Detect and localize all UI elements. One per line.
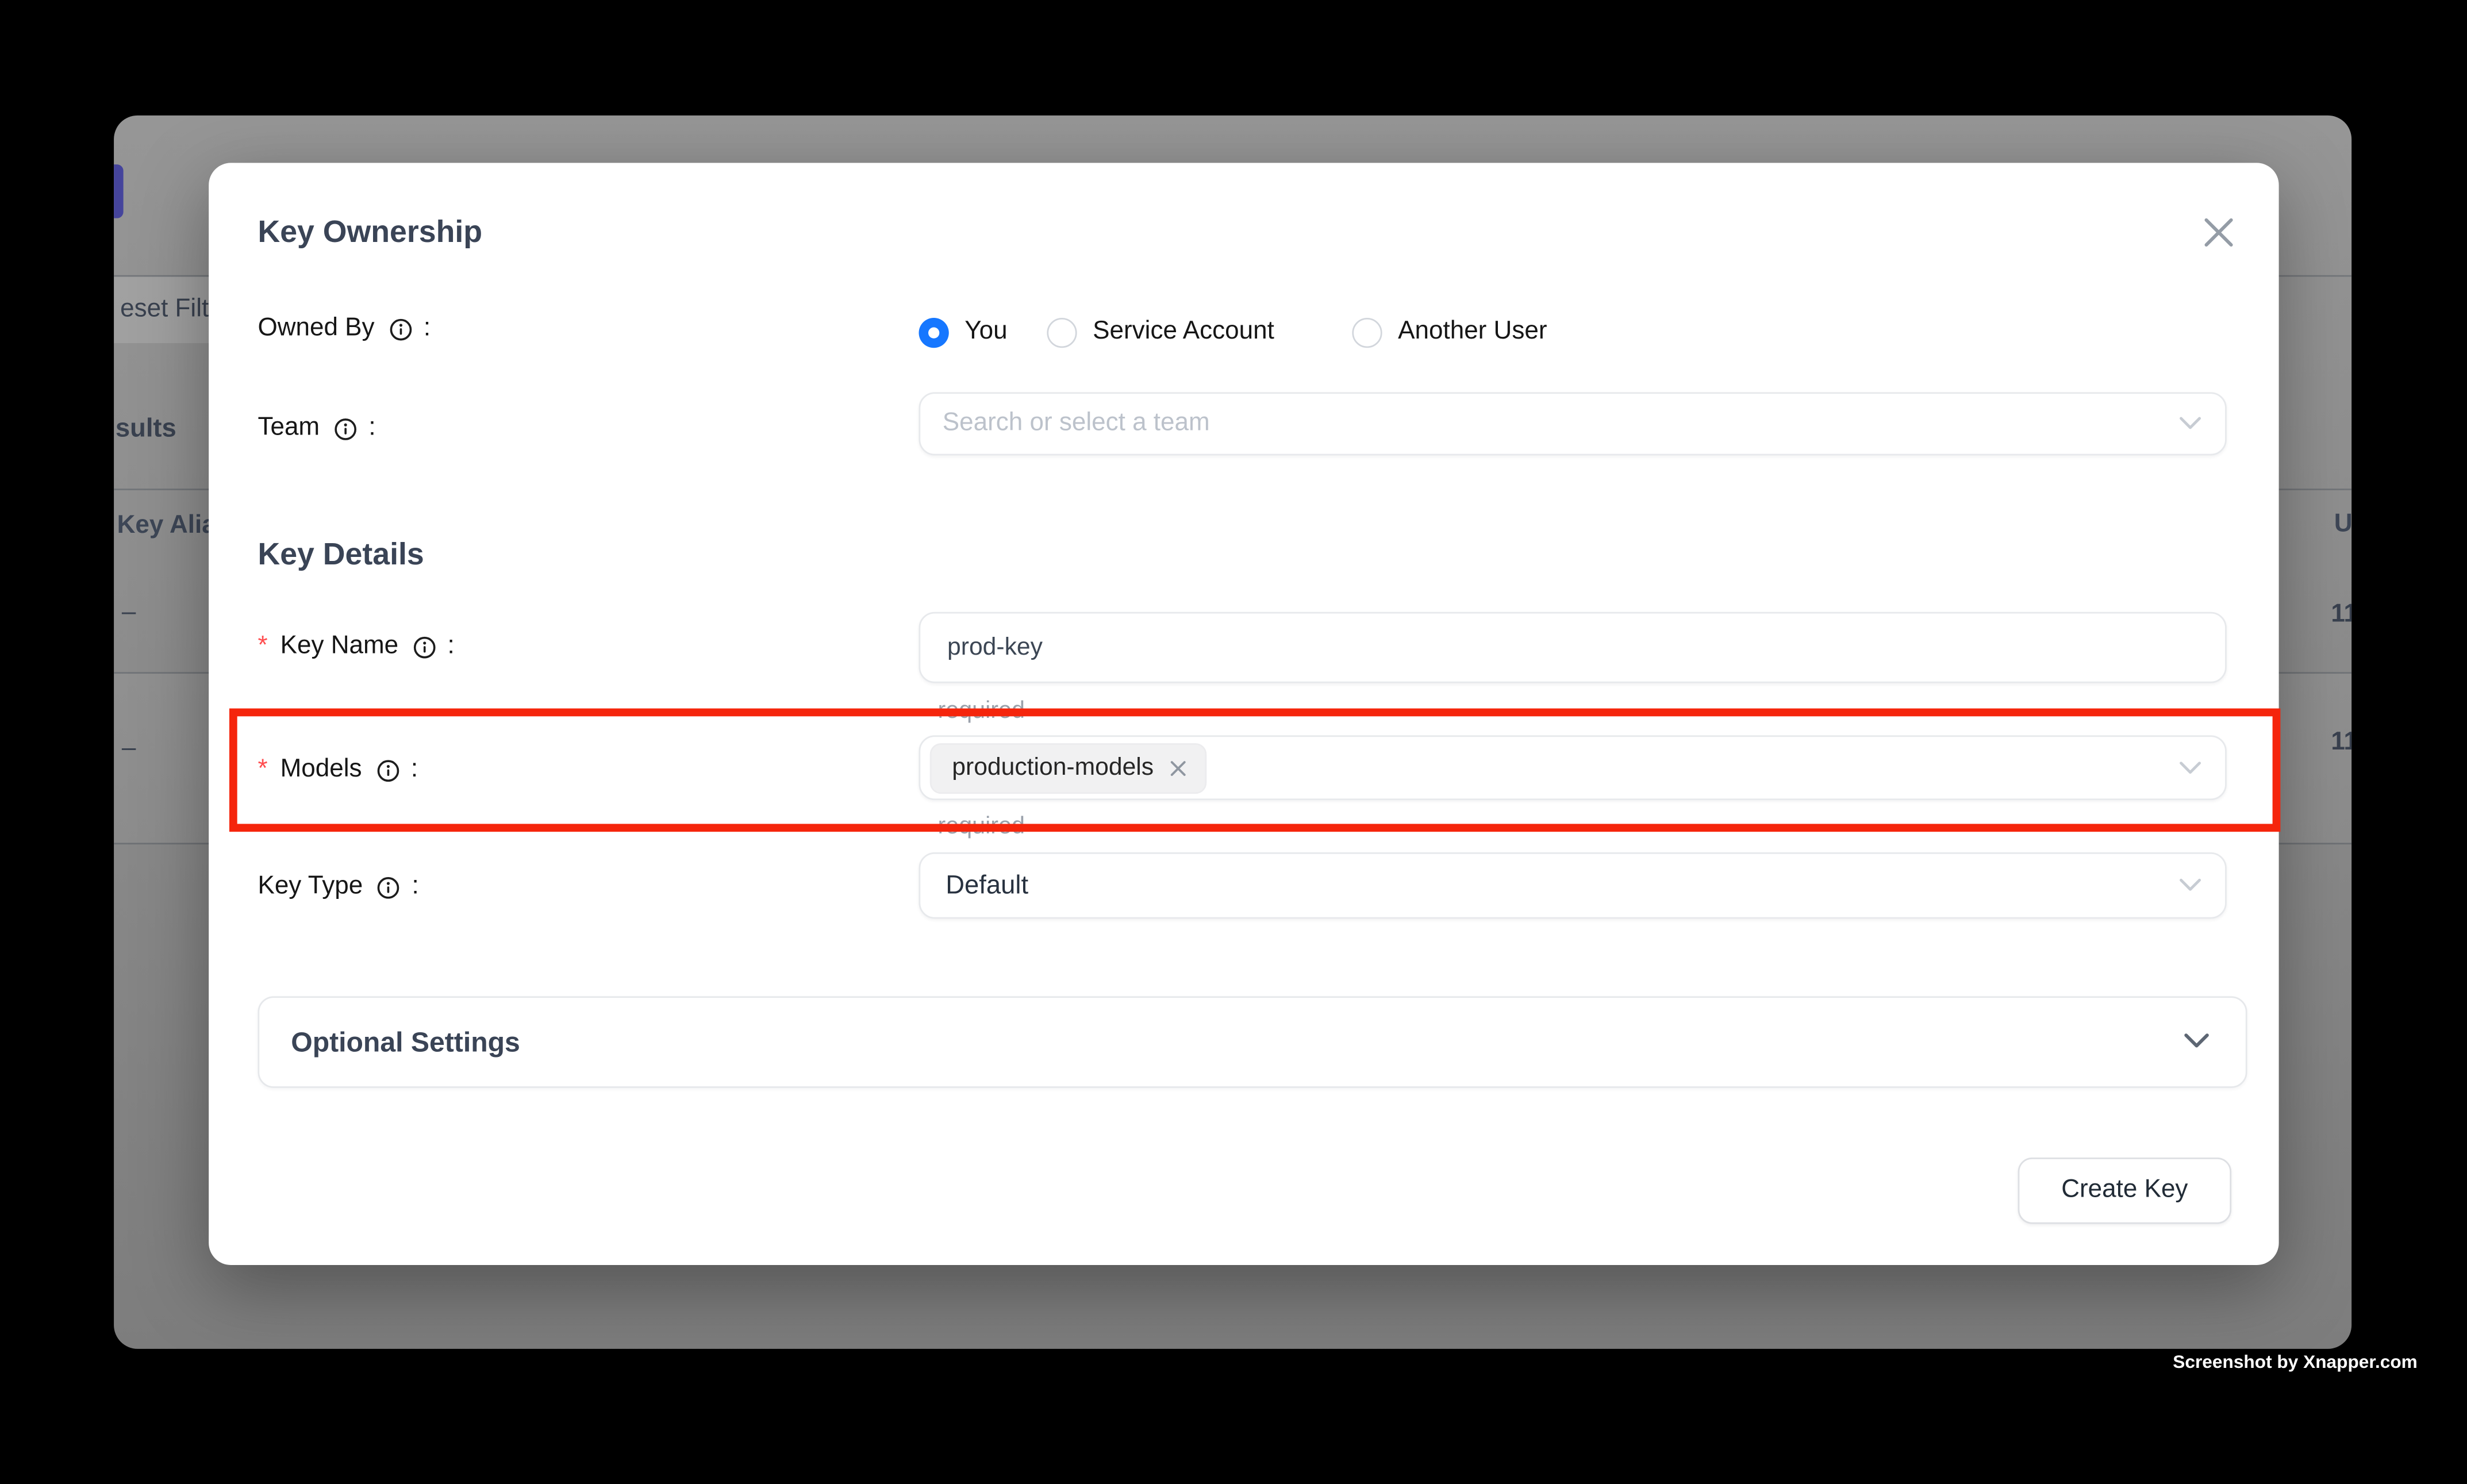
info-icon xyxy=(377,875,401,899)
table-row-updated: 11/ xyxy=(2331,601,2351,629)
close-button[interactable] xyxy=(2189,202,2249,263)
info-icon xyxy=(376,758,399,782)
required-mark: * xyxy=(258,756,267,785)
radio-unselected-icon xyxy=(1047,317,1077,347)
radio-owned-by-service-account[interactable]: Service Account xyxy=(1047,313,1274,351)
info-icon xyxy=(334,417,358,440)
key-name-validation-hint: required xyxy=(938,697,1025,724)
chevron-down-icon xyxy=(2179,410,2201,439)
column-header-key-alias: Key Alia xyxy=(117,512,216,541)
create-key-button[interactable]: Create Key xyxy=(2018,1158,2231,1224)
key-name-value: prod-key xyxy=(947,633,1043,662)
reset-filters-label-partial: eset Filt xyxy=(120,295,209,324)
info-icon xyxy=(389,317,412,341)
column-header-updated: Up xyxy=(2334,511,2351,540)
key-name-label: * Key Name : xyxy=(258,633,454,662)
team-select-placeholder: Search or select a team xyxy=(943,410,1210,439)
chevron-down-icon xyxy=(2179,753,2201,782)
tag-remove-icon[interactable] xyxy=(1168,759,1187,778)
create-key-modal: Key Ownership Owned By : You Service Acc… xyxy=(209,163,2278,1265)
required-mark: * xyxy=(258,633,267,662)
radio-selected-icon xyxy=(919,317,949,347)
watermark-text: Screenshot by Xnapper.com xyxy=(2173,1354,2369,1372)
models-validation-hint: required xyxy=(938,813,1025,840)
selected-model-tag: production-models xyxy=(930,743,1206,794)
models-select[interactable]: production-models xyxy=(919,735,2227,800)
table-row-key-alias: – xyxy=(122,599,136,628)
key-type-select[interactable]: Default xyxy=(919,852,2227,919)
team-label: Team : xyxy=(258,414,375,443)
key-details-title: Key Details xyxy=(258,537,424,574)
info-icon xyxy=(413,635,436,659)
results-count-partial: sults xyxy=(116,414,176,444)
key-type-value: Default xyxy=(946,871,1028,901)
optional-settings-toggle[interactable]: Optional Settings xyxy=(258,996,2247,1088)
background-primary-button-fragment xyxy=(114,164,124,218)
chevron-down-icon xyxy=(2184,1028,2209,1056)
modal-title: Key Ownership xyxy=(258,215,482,251)
table-row-key-alias: – xyxy=(122,735,136,764)
close-icon xyxy=(2203,217,2235,248)
table-row-updated: 11/ xyxy=(2331,729,2351,758)
chevron-down-icon xyxy=(2179,871,2201,900)
models-label: * Models : xyxy=(258,756,418,785)
key-name-input[interactable]: prod-key xyxy=(919,612,2227,683)
owned-by-label: Owned By : xyxy=(258,315,431,344)
radio-unselected-icon xyxy=(1352,317,1382,347)
key-type-label: Key Type : xyxy=(258,873,418,902)
radio-owned-by-another-user[interactable]: Another User xyxy=(1352,313,1547,351)
team-select[interactable]: Search or select a team xyxy=(919,392,2227,455)
screenshot-stage: eset Filt sults Key Alia Up – 11/ – 11/ … xyxy=(0,0,2467,1484)
radio-owned-by-you[interactable]: You xyxy=(919,313,1008,351)
selected-model-tag-label: production-models xyxy=(952,754,1154,783)
optional-settings-title: Optional Settings xyxy=(291,1025,520,1059)
